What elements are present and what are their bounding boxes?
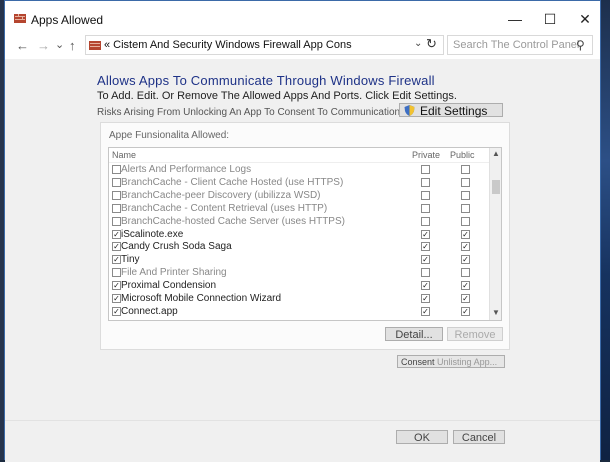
- private-checkbox[interactable]: [421, 268, 430, 278]
- private-checkbox[interactable]: ✓: [421, 306, 430, 316]
- content-area: Allows Apps To Communicate Through Windo…: [5, 59, 600, 462]
- address-dropdown-icon[interactable]: ⌄: [414, 38, 422, 49]
- private-checkbox[interactable]: ✓: [421, 294, 430, 303]
- app-name: Alerts And Performance Logs: [121, 164, 252, 175]
- column-public-header[interactable]: Public: [450, 150, 475, 160]
- list-item[interactable]: ✓ Connect.app ✓ ✓: [109, 305, 489, 320]
- uac-shield-icon: [404, 105, 415, 116]
- consent-suffix: Unlisting App...: [437, 357, 498, 367]
- column-private-header[interactable]: Private: [412, 150, 440, 160]
- private-checkbox[interactable]: [421, 190, 430, 200]
- forward-arrow-icon[interactable]: →: [37, 38, 50, 53]
- refresh-icon[interactable]: ↻: [426, 36, 437, 52]
- app-enabled-checkbox[interactable]: [112, 177, 121, 187]
- app-name: Microsoft Mobile Connection Wizard: [121, 293, 282, 304]
- app-enabled-checkbox[interactable]: ✓: [112, 281, 121, 291]
- private-checkbox[interactable]: [421, 165, 430, 174]
- page-heading: Allows Apps To Communicate Through Windo…: [97, 73, 435, 88]
- page-subheading: To Add. Edit. Or Remove The Allowed Apps…: [97, 90, 457, 102]
- private-checkbox[interactable]: [421, 203, 430, 213]
- public-checkbox[interactable]: ✓: [461, 229, 470, 239]
- private-checkbox[interactable]: ✓: [421, 229, 430, 239]
- risks-link[interactable]: Risks Arising From Unlocking An App To C…: [97, 107, 400, 118]
- app-name: BranchCache - Client Cache Hosted (use H…: [121, 176, 344, 188]
- app-enabled-checkbox[interactable]: ✓: [112, 229, 121, 239]
- public-checkbox[interactable]: ✓: [461, 294, 470, 303]
- search-box[interactable]: Search The Control Panel ⚲: [447, 35, 593, 55]
- edit-settings-button[interactable]: Edit Settings: [399, 103, 503, 118]
- public-checkbox[interactable]: [461, 177, 470, 187]
- allowed-apps-group-label: Appe Funsionalita Allowed:: [109, 130, 230, 141]
- recent-locations-chevron-icon[interactable]: ⌄: [55, 38, 64, 51]
- app-name: iScalinote.exe: [121, 228, 184, 240]
- app-enabled-checkbox[interactable]: [112, 268, 121, 278]
- close-button[interactable]: ✕: [571, 7, 599, 31]
- back-arrow-icon[interactable]: ←: [16, 38, 29, 53]
- app-name: BranchCache-peer Discovery (ubilizza WSD…: [121, 189, 321, 201]
- public-checkbox[interactable]: [461, 268, 470, 278]
- details-button[interactable]: Detail...: [385, 327, 443, 341]
- scroll-up-icon[interactable]: ▲: [492, 149, 500, 158]
- cancel-button[interactable]: Cancel: [453, 430, 505, 444]
- consent-label: Consent: [401, 357, 435, 367]
- dialog-footer: OK Cancel: [5, 420, 600, 462]
- app-name: Connect.app: [121, 305, 178, 317]
- public-checkbox[interactable]: ✓: [461, 255, 470, 265]
- public-checkbox[interactable]: ✓: [461, 281, 470, 291]
- list-header: Name Private Public: [109, 148, 489, 163]
- remove-button[interactable]: Remove: [447, 327, 503, 341]
- address-bar[interactable]: « Cistem And Security Windows Firewall A…: [85, 35, 444, 55]
- app-enabled-checkbox[interactable]: [112, 190, 121, 200]
- edit-settings-label: Edit Settings: [420, 104, 488, 118]
- app-name: Candy Crush Soda Saga: [121, 241, 232, 253]
- search-icon[interactable]: ⚲: [576, 38, 585, 52]
- private-checkbox[interactable]: ✓: [421, 242, 430, 252]
- app-name: Tiny: [121, 254, 140, 266]
- maximize-button[interactable]: ☐: [536, 7, 564, 31]
- allowed-apps-group: Appe Funsionalita Allowed: Name Private …: [100, 122, 510, 350]
- minimize-button[interactable]: —: [501, 7, 529, 31]
- private-checkbox[interactable]: [421, 177, 430, 187]
- address-row: ← → ⌄ ↑ « Cistem And Security Windows Fi…: [5, 35, 600, 59]
- desktop-background-right: [601, 0, 610, 460]
- public-checkbox[interactable]: [461, 216, 470, 226]
- search-placeholder: Search The Control Panel: [453, 39, 580, 51]
- public-checkbox[interactable]: [461, 190, 470, 200]
- app-name: Proximal Condension: [121, 280, 217, 292]
- app-enabled-checkbox[interactable]: [112, 216, 121, 226]
- scroll-down-icon[interactable]: ▼: [492, 308, 500, 317]
- list-scrollbar[interactable]: ▲ ▼: [489, 148, 501, 320]
- app-name: File And Printer Sharing: [121, 267, 227, 279]
- app-name: BranchCache-hosted Cache Server (uses HT…: [121, 215, 345, 227]
- app-enabled-checkbox[interactable]: [112, 203, 121, 213]
- column-name-header[interactable]: Name: [112, 150, 136, 160]
- up-arrow-icon[interactable]: ↑: [69, 38, 76, 53]
- consent-another-app-button[interactable]: Consent Unlisting App...: [397, 355, 505, 368]
- private-checkbox[interactable]: ✓: [421, 255, 430, 265]
- app-enabled-checkbox[interactable]: ✓: [112, 255, 121, 265]
- allowed-apps-list[interactable]: Name Private Public Alerts And Performan…: [108, 147, 502, 321]
- public-checkbox[interactable]: ✓: [461, 242, 470, 252]
- public-checkbox[interactable]: [461, 165, 470, 174]
- address-path: « Cistem And Security Windows Firewall A…: [104, 39, 352, 51]
- allowed-apps-window: Apps Allowed — ☐ ✕ ← → ⌄ ↑ « Cistem And …: [4, 0, 601, 462]
- private-checkbox[interactable]: [421, 216, 430, 226]
- app-enabled-checkbox[interactable]: ✓: [112, 242, 121, 252]
- scroll-thumb[interactable]: [492, 180, 500, 194]
- private-checkbox[interactable]: ✓: [421, 281, 430, 291]
- firewall-icon: [14, 14, 26, 23]
- window-title: Apps Allowed: [31, 13, 104, 27]
- public-checkbox[interactable]: ✓: [461, 306, 470, 316]
- title-bar: Apps Allowed — ☐ ✕: [5, 1, 600, 35]
- app-name: BranchCache - Content Retrieval (uses HT…: [121, 202, 328, 214]
- app-enabled-checkbox[interactable]: ✓: [112, 294, 121, 303]
- app-enabled-checkbox[interactable]: ✓: [112, 306, 121, 316]
- control-panel-icon: [89, 41, 101, 50]
- ok-button[interactable]: OK: [396, 430, 448, 444]
- app-enabled-checkbox[interactable]: [112, 165, 121, 174]
- public-checkbox[interactable]: [461, 203, 470, 213]
